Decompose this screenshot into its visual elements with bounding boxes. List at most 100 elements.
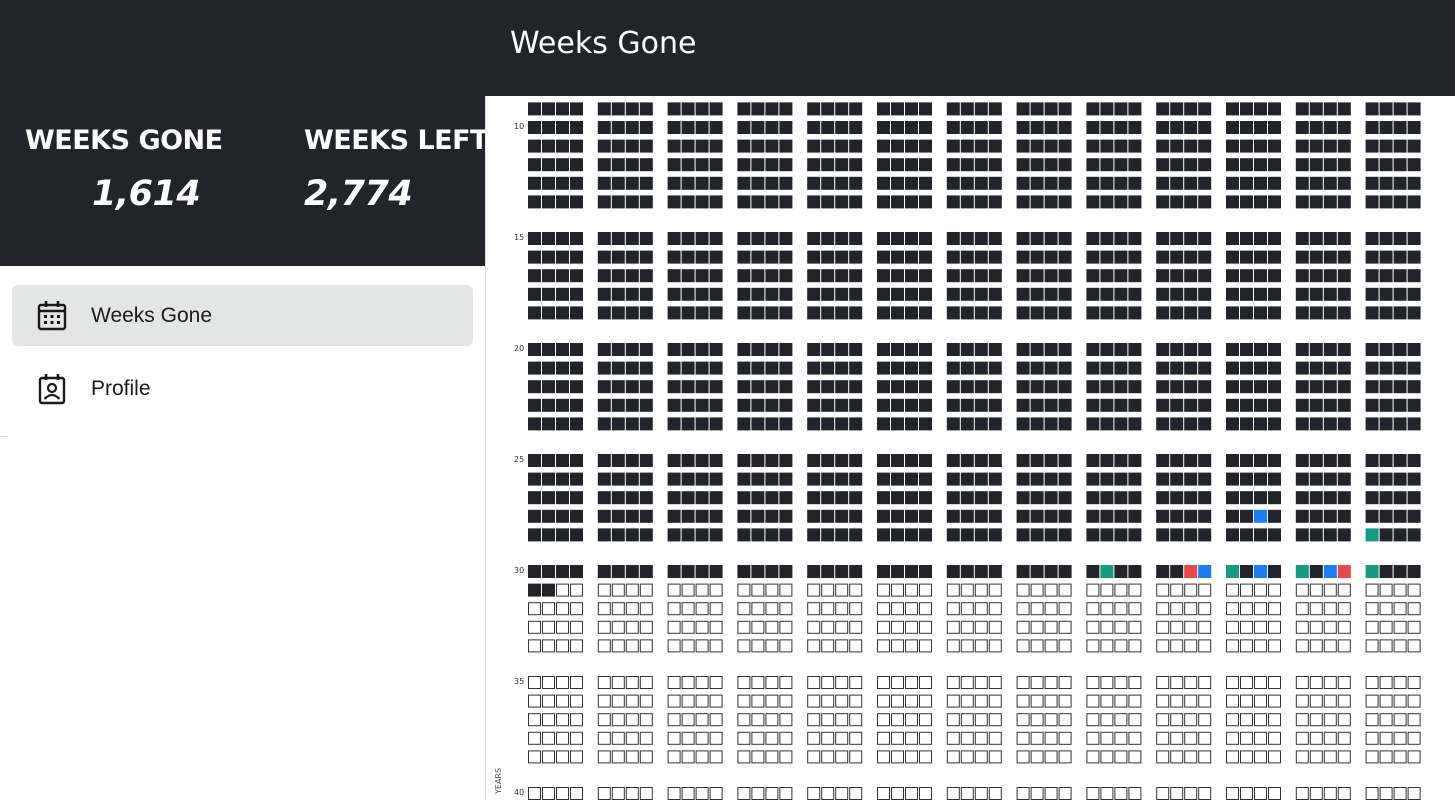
week-cell[interactable] <box>1407 694 1421 708</box>
week-cell[interactable] <box>877 620 890 634</box>
week-cell[interactable] <box>765 694 779 708</box>
week-cell[interactable] <box>1016 491 1030 505</box>
week-cell[interactable] <box>835 398 849 412</box>
week-cell[interactable] <box>1268 380 1281 394</box>
week-cell[interactable] <box>835 454 849 467</box>
week-cell[interactable] <box>639 639 653 653</box>
week-cell[interactable] <box>542 565 555 578</box>
week-cell[interactable] <box>556 380 569 394</box>
week-cell[interactable] <box>1295 731 1309 745</box>
week-cell[interactable] <box>1393 250 1407 264</box>
week-cell[interactable] <box>1323 269 1337 283</box>
week-cell[interactable] <box>765 472 779 486</box>
week-cell[interactable] <box>946 731 960 745</box>
week-cell[interactable] <box>1058 583 1072 597</box>
week-cell[interactable] <box>570 565 583 578</box>
week-cell[interactable] <box>849 232 863 245</box>
week-cell[interactable] <box>974 565 988 578</box>
week-cell[interactable] <box>556 398 569 412</box>
week-cell[interactable] <box>737 491 751 505</box>
week-cell[interactable] <box>877 583 890 597</box>
week-cell[interactable] <box>1100 343 1114 356</box>
week-cell[interactable] <box>779 269 793 283</box>
week-cell[interactable] <box>1365 491 1379 505</box>
week-cell[interactable] <box>542 250 555 264</box>
week-cell[interactable] <box>821 602 835 616</box>
week-cell[interactable] <box>779 287 793 301</box>
week-cell[interactable] <box>1407 380 1421 394</box>
week-cell[interactable] <box>946 565 960 578</box>
week-cell[interactable] <box>709 176 723 190</box>
week-cell[interactable] <box>1030 343 1044 356</box>
week-cell[interactable] <box>667 787 681 800</box>
week-cell[interactable] <box>570 232 583 245</box>
week-cell[interactable] <box>1030 620 1044 634</box>
week-cell[interactable] <box>765 639 779 653</box>
week-cell[interactable] <box>1058 398 1072 412</box>
week-cell[interactable] <box>611 676 625 689</box>
week-cell[interactable] <box>807 639 821 653</box>
week-cell[interactable] <box>737 787 751 800</box>
week-cell[interactable] <box>611 343 625 356</box>
week-cell[interactable] <box>737 583 751 597</box>
week-cell[interactable] <box>807 620 821 634</box>
week-cell[interactable] <box>681 121 695 134</box>
week-cell[interactable] <box>835 750 849 764</box>
week-cell[interactable] <box>1044 343 1058 356</box>
week-cell[interactable] <box>905 176 918 190</box>
week-cell[interactable] <box>1365 750 1379 764</box>
week-cell[interactable] <box>611 509 625 523</box>
week-cell[interactable] <box>1254 121 1267 134</box>
week-cell[interactable] <box>1337 102 1351 116</box>
week-cell[interactable] <box>611 306 625 320</box>
week-cell[interactable] <box>821 269 835 283</box>
week-cell[interactable] <box>1226 139 1239 153</box>
week-cell[interactable] <box>1198 102 1212 116</box>
week-cell[interactable] <box>877 509 890 523</box>
week-cell[interactable] <box>528 639 541 653</box>
week-cell[interactable] <box>1030 306 1044 320</box>
week-cell[interactable] <box>1128 750 1142 764</box>
week-cell[interactable] <box>1128 306 1142 320</box>
week-cell[interactable] <box>1156 713 1170 727</box>
week-cell[interactable] <box>556 694 569 708</box>
week-cell[interactable] <box>988 713 1002 727</box>
week-cell[interactable] <box>807 454 821 467</box>
week-cell[interactable] <box>570 269 583 283</box>
week-cell[interactable] <box>1295 528 1309 542</box>
week-cell[interactable] <box>556 306 569 320</box>
week-cell[interactable] <box>556 176 569 190</box>
week-cell[interactable] <box>1295 139 1309 153</box>
week-cell[interactable] <box>1295 750 1309 764</box>
week-cell[interactable] <box>849 472 863 486</box>
week-cell[interactable] <box>765 583 779 597</box>
week-cell[interactable] <box>597 176 611 190</box>
week-cell[interactable] <box>528 694 541 708</box>
week-cell[interactable] <box>1058 195 1072 209</box>
week-cell[interactable] <box>1030 398 1044 412</box>
week-cell[interactable] <box>1309 491 1323 505</box>
week-cell[interactable] <box>1016 750 1030 764</box>
week-cell[interactable] <box>542 195 555 209</box>
week-cell[interactable] <box>709 454 723 467</box>
week-cell[interactable] <box>1337 731 1351 745</box>
week-cell[interactable] <box>1365 343 1379 356</box>
week-cell[interactable] <box>1295 491 1309 505</box>
week-cell[interactable] <box>974 139 988 153</box>
week-cell[interactable] <box>639 287 653 301</box>
week-cell[interactable] <box>1323 380 1337 394</box>
week-cell[interactable] <box>556 417 569 431</box>
week-cell[interactable] <box>528 343 541 356</box>
week-cell[interactable] <box>681 731 695 745</box>
week-cell[interactable] <box>974 750 988 764</box>
week-cell[interactable] <box>1128 694 1142 708</box>
week-cell[interactable] <box>1184 380 1198 394</box>
week-cell[interactable] <box>1198 380 1212 394</box>
week-cell[interactable] <box>1016 232 1030 245</box>
week-cell[interactable] <box>905 343 918 356</box>
week-cell[interactable] <box>1309 713 1323 727</box>
week-cell[interactable] <box>695 176 709 190</box>
week-cell[interactable] <box>1365 787 1379 800</box>
week-cell[interactable] <box>1407 639 1421 653</box>
week-cell[interactable] <box>765 158 779 172</box>
